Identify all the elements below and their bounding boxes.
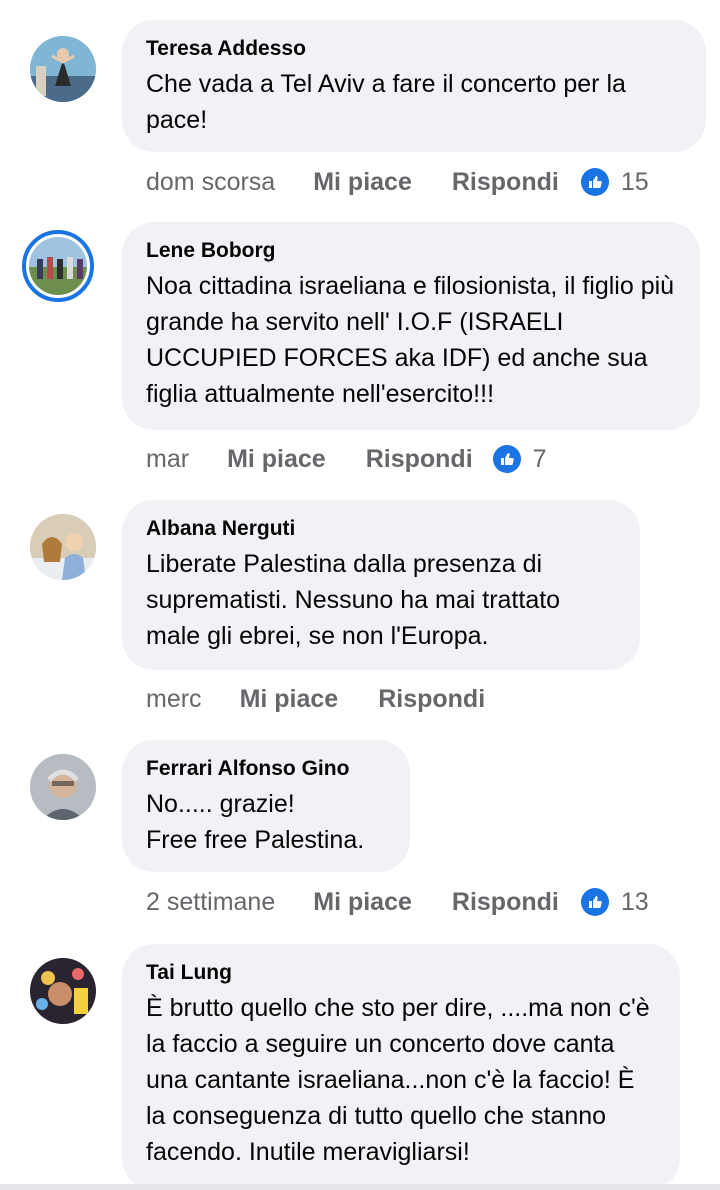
comment-bubble: Ferrari Alfonso Gino No..... grazie! Fre… <box>122 740 410 872</box>
comment-author[interactable]: Lene Boborg <box>146 238 676 264</box>
comment-time[interactable]: mar <box>146 445 189 474</box>
comment-bubble: Tai Lung È brutto quello che sto per dir… <box>122 944 680 1190</box>
reaction-summary[interactable]: 7 <box>492 444 547 474</box>
comment-bubble: Teresa Addesso Che vada a Tel Aviv a far… <box>122 20 706 152</box>
avatar[interactable] <box>22 230 94 302</box>
like-button[interactable]: Mi piace <box>313 168 412 197</box>
avatar-photo <box>29 237 87 295</box>
comment-time[interactable]: merc <box>146 685 202 714</box>
thumbs-up-icon <box>492 445 521 473</box>
avatar-photo <box>30 514 96 580</box>
reply-button[interactable]: Rispondi <box>378 685 485 714</box>
reaction-summary[interactable]: 15 <box>580 167 649 197</box>
comment-text: Liberate Palestina dalla presenza di sup… <box>146 550 561 650</box>
comment-bubble: Albana Nerguti Liberate Palestina dalla … <box>122 500 640 670</box>
reply-button[interactable]: Rispondi <box>452 888 559 917</box>
avatar-photo <box>30 958 96 1024</box>
thumbs-up-icon <box>580 168 609 196</box>
comment-author[interactable]: Albana Nerguti <box>146 516 616 542</box>
comment-text: Noa cittadina israeliana e filosionista,… <box>146 272 675 408</box>
comment-time[interactable]: dom scorsa <box>146 168 275 197</box>
reaction-count: 13 <box>620 887 649 916</box>
avatar-photo <box>30 754 96 820</box>
reaction-summary[interactable]: 13 <box>580 887 649 917</box>
comment-actions: merc Mi piace Rispondi <box>146 679 525 719</box>
bottom-divider <box>0 1184 720 1190</box>
avatar-photo <box>30 36 96 102</box>
like-button[interactable]: Mi piace <box>313 888 412 917</box>
comment-author[interactable]: Ferrari Alfonso Gino <box>146 756 386 782</box>
avatar[interactable] <box>30 958 96 1024</box>
avatar[interactable] <box>30 36 96 102</box>
like-button[interactable]: Mi piace <box>240 685 339 714</box>
comment-time[interactable]: 2 settimane <box>146 888 275 917</box>
comment-bubble: Lene Boborg Noa cittadina israeliana e f… <box>122 222 700 430</box>
reply-button[interactable]: Rispondi <box>366 445 473 474</box>
reaction-count: 15 <box>620 167 649 196</box>
comment-author[interactable]: Tai Lung <box>146 960 656 986</box>
like-button[interactable]: Mi piace <box>227 445 326 474</box>
comment-actions: 2 settimane Mi piace Rispondi 13 <box>146 882 649 922</box>
reply-button[interactable]: Rispondi <box>452 168 559 197</box>
comment-text: È brutto quello che sto per dire, ....ma… <box>146 994 650 1166</box>
reaction-count: 7 <box>532 444 547 473</box>
avatar[interactable] <box>30 754 96 820</box>
comment-author[interactable]: Teresa Addesso <box>146 36 682 62</box>
comment-actions: mar Mi piace Rispondi 7 <box>146 439 547 479</box>
avatar[interactable] <box>30 514 96 580</box>
comment-text: Che vada a Tel Aviv a fare il concerto p… <box>146 70 626 134</box>
thumbs-up-icon <box>580 888 609 916</box>
comment-actions: dom scorsa Mi piace Rispondi 15 <box>146 162 649 202</box>
comment-text: No..... grazie! Free free Palestina. <box>146 790 365 854</box>
